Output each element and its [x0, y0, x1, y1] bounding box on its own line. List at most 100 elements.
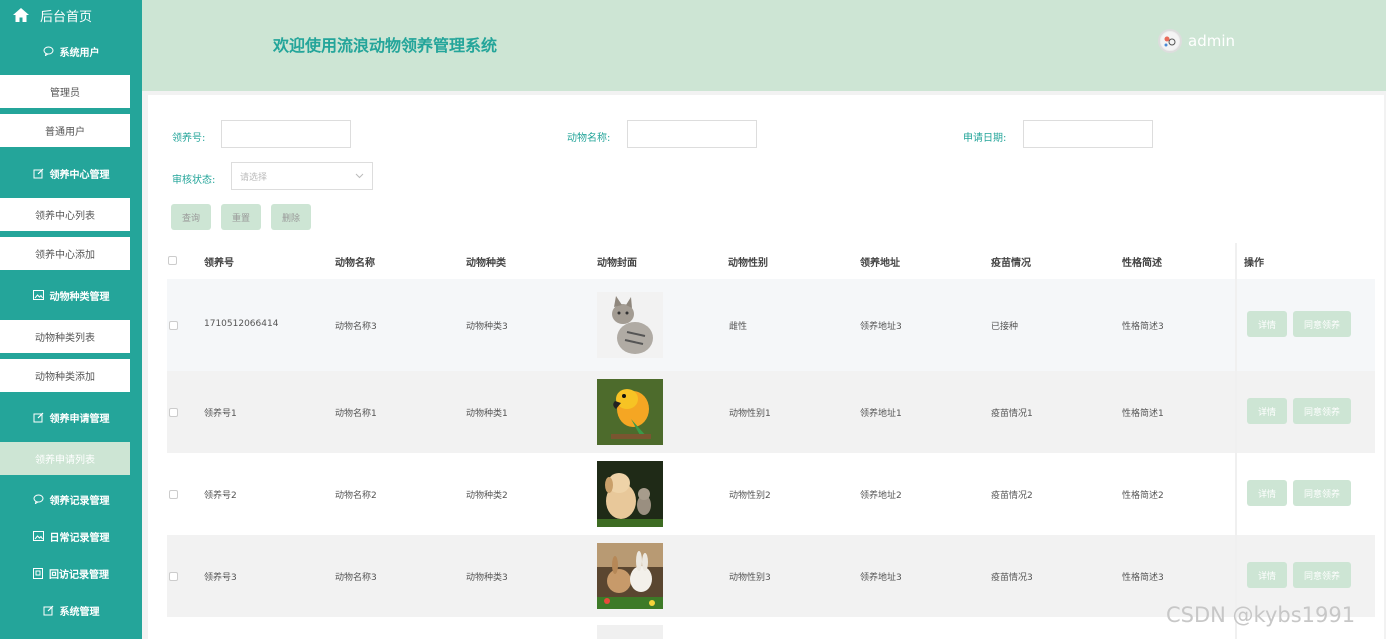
- home-label: 后台首页: [40, 9, 93, 25]
- cell-vaccine: 已接种: [991, 322, 1019, 332]
- adopt-no-label: 领养号:: [172, 133, 206, 144]
- cover-image-dog-cat: [597, 461, 663, 527]
- picture-icon: [32, 290, 44, 300]
- cell-adopt-no: 1710512066414: [204, 319, 279, 329]
- cell-gender: 雌性: [729, 322, 748, 332]
- detail-button[interactable]: 详情: [1247, 562, 1287, 588]
- cover-image-parrot: [597, 379, 663, 445]
- col-vaccine: 疫苗情况: [991, 258, 1031, 269]
- cell-description: 性格简述1: [1122, 409, 1164, 419]
- document-icon: [33, 567, 43, 579]
- row-checkbox[interactable]: [169, 321, 178, 330]
- menu-group-adoption-apply[interactable]: 领养申请管理: [0, 400, 142, 434]
- chat-icon: [43, 46, 53, 56]
- user-name[interactable]: admin: [1188, 32, 1235, 50]
- cell-animal-name: 动物名称3: [335, 322, 377, 332]
- delete-button[interactable]: 删除: [271, 204, 311, 230]
- main-area: 领养号: 动物名称: 申请日期: 审核状态: 请选择 查询 重置 删除 领养号 …: [142, 91, 1386, 639]
- menu-group-visit-record[interactable]: 回访记录管理: [0, 556, 142, 590]
- row-checkbox[interactable]: [169, 490, 178, 499]
- col-gender: 动物性别: [728, 258, 768, 269]
- detail-button[interactable]: 详情: [1247, 311, 1287, 337]
- cell-animal-name: 动物名称3: [335, 573, 377, 583]
- edit-icon: [33, 412, 43, 422]
- chat-icon: [33, 494, 43, 504]
- cell-animal-kind: 动物种类2: [466, 491, 508, 501]
- reset-button[interactable]: 重置: [221, 204, 261, 230]
- status-placeholder: 请选择: [240, 172, 268, 183]
- sidebar-item-apply-list[interactable]: 领养申请列表: [0, 442, 130, 475]
- sidebar-item-admin[interactable]: 管理员: [0, 75, 130, 108]
- status-label: 审核状态:: [172, 175, 216, 186]
- menu-group-adoption-center[interactable]: 领养中心管理: [0, 156, 142, 190]
- sidebar-item-center-list[interactable]: 领养中心列表: [0, 198, 130, 231]
- cell-description: 性格简述3: [1122, 573, 1164, 583]
- agree-adopt-button[interactable]: 同意领养: [1293, 480, 1351, 506]
- cell-vaccine: 疫苗情况1: [991, 409, 1033, 419]
- cell-adopt-no: 领养号3: [204, 573, 237, 583]
- cell-address: 领养地址2: [860, 491, 902, 501]
- edit-icon: [33, 168, 43, 178]
- cell-gender: 动物性别1: [729, 409, 771, 419]
- cell-adopt-no: 领养号1: [204, 409, 237, 419]
- cell-animal-kind: 动物种类1: [466, 409, 508, 419]
- adopt-no-input[interactable]: [221, 120, 351, 148]
- agree-adopt-button[interactable]: 同意领养: [1293, 398, 1351, 424]
- menu-group-adoption-record[interactable]: 领养记录管理: [0, 482, 142, 516]
- cell-address: 领养地址3: [860, 573, 902, 583]
- content-panel: 领养号: 动物名称: 申请日期: 审核状态: 请选择 查询 重置 删除 领养号 …: [148, 95, 1384, 639]
- col-actions: 操作: [1244, 258, 1264, 269]
- menu-group-animal-kind[interactable]: 动物种类管理: [0, 278, 142, 312]
- cell-animal-name: 动物名称2: [335, 491, 377, 501]
- query-button[interactable]: 查询: [171, 204, 211, 230]
- cover-image-rabbits: [597, 543, 663, 609]
- detail-button[interactable]: 详情: [1247, 398, 1287, 424]
- chevron-down-icon: [355, 173, 364, 179]
- cell-vaccine: 疫苗情况3: [991, 573, 1033, 583]
- table-row: 1710512066414 动物名称3 动物种类3 雌性 领养地址3 已接种 性…: [167, 279, 1375, 371]
- apply-date-label: 申请日期:: [963, 133, 1007, 144]
- cell-gender: 动物性别3: [729, 573, 771, 583]
- cell-adopt-no: 领养号2: [204, 491, 237, 501]
- col-animal-name: 动物名称: [335, 258, 375, 269]
- col-animal-kind: 动物种类: [466, 258, 506, 269]
- sidebar-item-center-add[interactable]: 领养中心添加: [0, 237, 130, 270]
- status-select[interactable]: 请选择: [231, 162, 373, 190]
- cell-animal-kind: 动物种类3: [466, 573, 508, 583]
- cell-animal-name: 动物名称1: [335, 409, 377, 419]
- avatar[interactable]: [1158, 29, 1182, 53]
- cell-vaccine: 疫苗情况2: [991, 491, 1033, 501]
- cell-gender: 动物性别2: [729, 491, 771, 501]
- row-checkbox[interactable]: [169, 572, 178, 581]
- menu-group-daily-record[interactable]: 日常记录管理: [0, 519, 142, 553]
- cell-address: 领养地址3: [860, 322, 902, 332]
- detail-button[interactable]: 详情: [1247, 480, 1287, 506]
- watermark: CSDN @kybs1991: [1166, 603, 1356, 627]
- cell-description: 性格简述3: [1122, 322, 1164, 332]
- home-icon: [13, 8, 29, 22]
- next-row-thumb-partial: [597, 625, 663, 639]
- top-header: 欢迎使用流浪动物领养管理系统 admin: [142, 0, 1386, 91]
- select-all-checkbox[interactable]: [168, 256, 177, 265]
- col-adopt-no: 领养号: [204, 258, 234, 269]
- animal-name-input[interactable]: [627, 120, 757, 148]
- cell-address: 领养地址1: [860, 409, 902, 419]
- cell-description: 性格简述2: [1122, 491, 1164, 501]
- apply-date-input[interactable]: [1023, 120, 1153, 148]
- cell-animal-kind: 动物种类3: [466, 322, 508, 332]
- row-checkbox[interactable]: [169, 408, 178, 417]
- page-title: 欢迎使用流浪动物领养管理系统: [273, 36, 498, 55]
- menu-group-system-users[interactable]: 系统用户: [0, 34, 142, 68]
- sidebar-item-kind-list[interactable]: 动物种类列表: [0, 320, 130, 353]
- sidebar: 后台首页 系统用户 管理员 普通用户 领养中心管理 领养中心列表 领养中心添加 …: [0, 0, 142, 639]
- menu-group-system[interactable]: 系统管理: [0, 593, 142, 627]
- agree-adopt-button[interactable]: 同意领养: [1293, 562, 1351, 588]
- table-row: 领养号2 动物名称2 动物种类2 动物性别2 领养地址2 疫苗情况2 性格简述2…: [167, 453, 1375, 535]
- home-link[interactable]: 后台首页: [0, 0, 142, 30]
- edit-icon: [43, 605, 53, 615]
- animal-name-label: 动物名称:: [567, 133, 611, 144]
- sidebar-item-kind-add[interactable]: 动物种类添加: [0, 359, 130, 392]
- sidebar-item-normal-user[interactable]: 普通用户: [0, 114, 130, 147]
- agree-adopt-button[interactable]: 同意领养: [1293, 311, 1351, 337]
- picture-icon: [32, 531, 44, 541]
